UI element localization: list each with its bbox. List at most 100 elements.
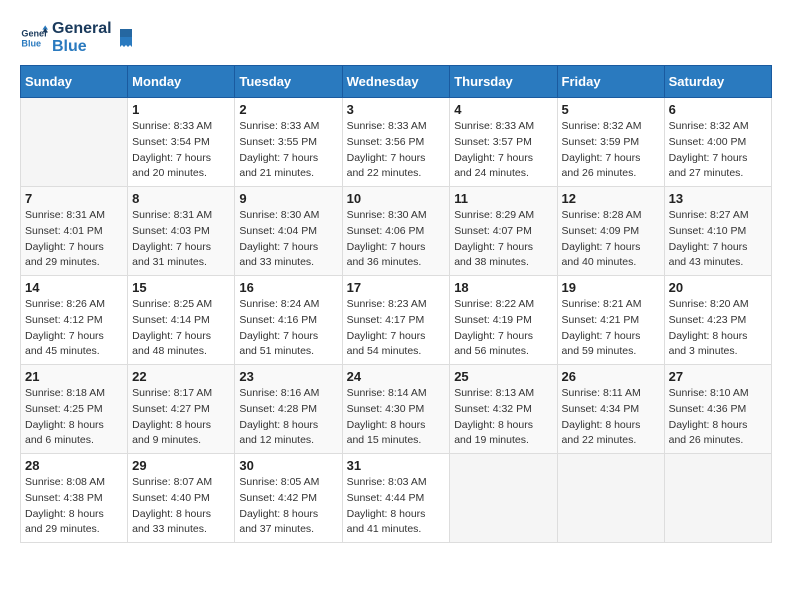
day-info: Sunrise: 8:03 AMSunset: 4:44 PMDaylight:… xyxy=(347,475,446,538)
day-number: 19 xyxy=(562,280,660,295)
day-cell: 25 Sunrise: 8:13 AMSunset: 4:32 PMDayligh… xyxy=(450,365,557,454)
logo-icon: General Blue xyxy=(20,24,48,52)
weekday-monday: Monday xyxy=(128,66,235,98)
day-cell xyxy=(450,454,557,543)
day-cell: 16 Sunrise: 8:24 AMSunset: 4:16 PMDayligh… xyxy=(235,276,342,365)
day-info: Sunrise: 8:17 AMSunset: 4:27 PMDaylight:… xyxy=(132,386,230,449)
day-number: 6 xyxy=(669,102,767,117)
day-info: Sunrise: 8:11 AMSunset: 4:34 PMDaylight:… xyxy=(562,386,660,449)
day-cell: 28Sunrise: 8:08 AMSunset: 4:38 PMDayligh… xyxy=(21,454,128,543)
day-info: Sunrise: 8:18 AMSunset: 4:25 PMDaylight:… xyxy=(25,386,123,449)
day-cell: 3 Sunrise: 8:33 AMSunset: 3:56 PMDaylight… xyxy=(342,98,450,187)
day-cell: 26 Sunrise: 8:11 AMSunset: 4:34 PMDayligh… xyxy=(557,365,664,454)
weekday-friday: Friday xyxy=(557,66,664,98)
day-cell: 17Sunrise: 8:23 AMSunset: 4:17 PMDayligh… xyxy=(342,276,450,365)
day-info: Sunrise: 8:30 AMSunset: 4:04 PMDaylight:… xyxy=(239,208,337,271)
logo-general: General xyxy=(52,20,112,38)
day-info: Sunrise: 8:27 AMSunset: 4:10 PMDaylight:… xyxy=(669,208,767,271)
weekday-saturday: Saturday xyxy=(664,66,771,98)
page-header: General Blue General Blue xyxy=(20,20,772,55)
day-cell xyxy=(664,454,771,543)
day-cell: 15Sunrise: 8:25 AMSunset: 4:14 PMDayligh… xyxy=(128,276,235,365)
day-number: 18 xyxy=(454,280,552,295)
day-number: 29 xyxy=(132,458,230,473)
day-info: Sunrise: 8:33 AMSunset: 3:56 PMDaylight:… xyxy=(347,119,446,182)
day-cell: 12 Sunrise: 8:28 AMSunset: 4:09 PMDayligh… xyxy=(557,187,664,276)
day-info: Sunrise: 8:24 AMSunset: 4:16 PMDaylight:… xyxy=(239,297,337,360)
day-cell: 8Sunrise: 8:31 AMSunset: 4:03 PMDaylight… xyxy=(128,187,235,276)
day-cell: 27 Sunrise: 8:10 AMSunset: 4:36 PMDayligh… xyxy=(664,365,771,454)
day-number: 30 xyxy=(239,458,337,473)
day-info: Sunrise: 8:31 AMSunset: 4:03 PMDaylight:… xyxy=(132,208,230,271)
day-cell: 31 Sunrise: 8:03 AMSunset: 4:44 PMDayligh… xyxy=(342,454,450,543)
calendar-body: 1Sunrise: 8:33 AMSunset: 3:54 PMDaylight… xyxy=(21,98,772,543)
day-number: 26 xyxy=(562,369,660,384)
day-cell: 29 Sunrise: 8:07 AMSunset: 4:40 PMDayligh… xyxy=(128,454,235,543)
day-number: 31 xyxy=(347,458,446,473)
day-info: Sunrise: 8:32 AMSunset: 3:59 PMDaylight:… xyxy=(562,119,660,182)
weekday-wednesday: Wednesday xyxy=(342,66,450,98)
logo: General Blue General Blue xyxy=(20,20,138,55)
day-cell: 13 Sunrise: 8:27 AMSunset: 4:10 PMDayligh… xyxy=(664,187,771,276)
day-number: 10 xyxy=(347,191,446,206)
day-cell: 19 Sunrise: 8:21 AMSunset: 4:21 PMDayligh… xyxy=(557,276,664,365)
day-cell: 7 Sunrise: 8:31 AMSunset: 4:01 PMDaylight… xyxy=(21,187,128,276)
day-number: 2 xyxy=(239,102,337,117)
day-cell: 14 Sunrise: 8:26 AMSunset: 4:12 PMDayligh… xyxy=(21,276,128,365)
day-number: 16 xyxy=(239,280,337,295)
day-cell: 24Sunrise: 8:14 AMSunset: 4:30 PMDayligh… xyxy=(342,365,450,454)
day-number: 7 xyxy=(25,191,123,206)
day-number: 3 xyxy=(347,102,446,117)
day-number: 17 xyxy=(347,280,446,295)
day-number: 11 xyxy=(454,191,552,206)
weekday-header-row: SundayMondayTuesdayWednesdayThursdayFrid… xyxy=(21,66,772,98)
day-number: 25 xyxy=(454,369,552,384)
day-cell: 1Sunrise: 8:33 AMSunset: 3:54 PMDaylight… xyxy=(128,98,235,187)
weekday-tuesday: Tuesday xyxy=(235,66,342,98)
day-number: 4 xyxy=(454,102,552,117)
day-info: Sunrise: 8:07 AMSunset: 4:40 PMDaylight:… xyxy=(132,475,230,538)
day-info: Sunrise: 8:28 AMSunset: 4:09 PMDaylight:… xyxy=(562,208,660,271)
day-info: Sunrise: 8:31 AMSunset: 4:01 PMDaylight:… xyxy=(25,208,123,271)
day-info: Sunrise: 8:21 AMSunset: 4:21 PMDaylight:… xyxy=(562,297,660,360)
day-info: Sunrise: 8:22 AMSunset: 4:19 PMDaylight:… xyxy=(454,297,552,360)
day-number: 5 xyxy=(562,102,660,117)
day-number: 22 xyxy=(132,369,230,384)
day-info: Sunrise: 8:33 AMSunset: 3:57 PMDaylight:… xyxy=(454,119,552,182)
week-row-2: 14 Sunrise: 8:26 AMSunset: 4:12 PMDayligh… xyxy=(21,276,772,365)
day-number: 1 xyxy=(132,102,230,117)
logo-flag-icon xyxy=(116,27,138,49)
day-cell: 10 Sunrise: 8:30 AMSunset: 4:06 PMDayligh… xyxy=(342,187,450,276)
day-info: Sunrise: 8:30 AMSunset: 4:06 PMDaylight:… xyxy=(347,208,446,271)
week-row-1: 7 Sunrise: 8:31 AMSunset: 4:01 PMDaylight… xyxy=(21,187,772,276)
week-row-0: 1Sunrise: 8:33 AMSunset: 3:54 PMDaylight… xyxy=(21,98,772,187)
day-number: 27 xyxy=(669,369,767,384)
calendar-table: SundayMondayTuesdayWednesdayThursdayFrid… xyxy=(20,65,772,543)
day-info: Sunrise: 8:10 AMSunset: 4:36 PMDaylight:… xyxy=(669,386,767,449)
day-cell: 5 Sunrise: 8:32 AMSunset: 3:59 PMDaylight… xyxy=(557,98,664,187)
day-number: 12 xyxy=(562,191,660,206)
day-cell: 23Sunrise: 8:16 AMSunset: 4:28 PMDayligh… xyxy=(235,365,342,454)
day-info: Sunrise: 8:32 AMSunset: 4:00 PMDaylight:… xyxy=(669,119,767,182)
day-cell: 18 Sunrise: 8:22 AMSunset: 4:19 PMDayligh… xyxy=(450,276,557,365)
day-number: 24 xyxy=(347,369,446,384)
day-info: Sunrise: 8:26 AMSunset: 4:12 PMDaylight:… xyxy=(25,297,123,360)
day-cell: 21Sunrise: 8:18 AMSunset: 4:25 PMDayligh… xyxy=(21,365,128,454)
day-number: 13 xyxy=(669,191,767,206)
day-info: Sunrise: 8:13 AMSunset: 4:32 PMDaylight:… xyxy=(454,386,552,449)
day-cell: 20Sunrise: 8:20 AMSunset: 4:23 PMDayligh… xyxy=(664,276,771,365)
day-cell: 9Sunrise: 8:30 AMSunset: 4:04 PMDaylight… xyxy=(235,187,342,276)
day-info: Sunrise: 8:16 AMSunset: 4:28 PMDaylight:… xyxy=(239,386,337,449)
day-info: Sunrise: 8:29 AMSunset: 4:07 PMDaylight:… xyxy=(454,208,552,271)
day-info: Sunrise: 8:08 AMSunset: 4:38 PMDaylight:… xyxy=(25,475,123,538)
week-row-4: 28Sunrise: 8:08 AMSunset: 4:38 PMDayligh… xyxy=(21,454,772,543)
day-cell: 6 Sunrise: 8:32 AMSunset: 4:00 PMDaylight… xyxy=(664,98,771,187)
day-info: Sunrise: 8:05 AMSunset: 4:42 PMDaylight:… xyxy=(239,475,337,538)
svg-text:Blue: Blue xyxy=(21,38,41,48)
day-cell: 30 Sunrise: 8:05 AMSunset: 4:42 PMDayligh… xyxy=(235,454,342,543)
weekday-sunday: Sunday xyxy=(21,66,128,98)
weekday-thursday: Thursday xyxy=(450,66,557,98)
day-cell: 4 Sunrise: 8:33 AMSunset: 3:57 PMDaylight… xyxy=(450,98,557,187)
day-number: 14 xyxy=(25,280,123,295)
day-info: Sunrise: 8:25 AMSunset: 4:14 PMDaylight:… xyxy=(132,297,230,360)
